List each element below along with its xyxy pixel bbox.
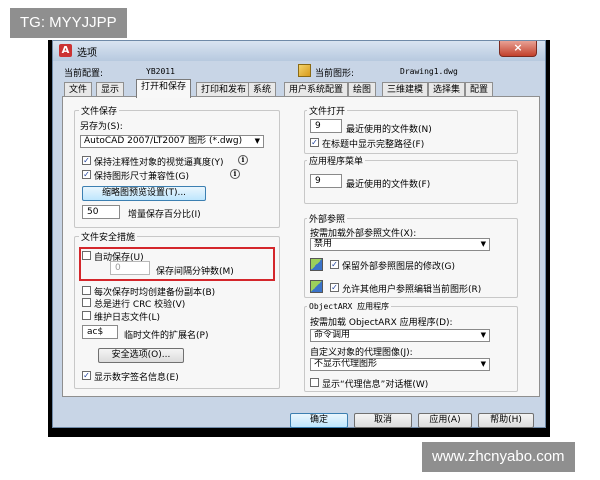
app-menu-recent-label: 最近使用的文件数(F) [346,180,431,190]
watermark-top: TG: MYYJJPP [10,8,127,38]
security-options-button[interactable]: 安全选项(O)... [98,348,184,363]
temp-extension-input[interactable]: ac$ [82,325,118,339]
arx-demand-load-value: 命令调用 [314,330,351,340]
watermark-bottom: www.zhcnyabo.com [422,442,575,472]
tab-display[interactable]: 显示 [96,82,125,97]
arx-demand-load-select[interactable]: 命令调用 ▼ [310,329,490,342]
current-profile-label: 当前配置: [64,69,104,79]
recent-files-label: 最近使用的文件数(N) [346,125,432,135]
saveas-format-select[interactable]: AutoCAD 2007/LT2007 图形 (*.dwg) ▼ [80,135,264,148]
digital-signature-checkbox[interactable]: ✓ [82,371,91,380]
file-save-title: 文件保存 [79,104,120,117]
ok-button[interactable]: 确定 [290,413,348,428]
saveas-label: 另存为(S): [80,122,123,132]
tab-profiles[interactable]: 配置 [465,82,494,97]
retain-xref-changes-checkbox[interactable]: ✓ [330,260,339,269]
recent-files-input[interactable]: 9 [310,119,342,133]
tab-drafting[interactable]: 绘图 [348,82,377,97]
info-icon[interactable]: i [238,155,248,165]
current-drawing-value: Drawing1.dwg [400,67,458,76]
xref-demand-load-value: 禁用 [314,239,333,249]
autosave-minutes-label: 保存间隔分钟数(M) [156,267,234,277]
proxy-dialog-label: 显示“代理信息”对话框(W) [322,380,429,390]
app-menu-recent-input[interactable]: 9 [310,174,342,188]
autocad-app-icon: A [59,44,72,57]
cancel-button[interactable]: 取消 [354,413,412,428]
file-open-title: 文件打开 [307,104,348,117]
log-file-label: 维护日志文件(L) [94,313,161,323]
xref-demand-load-select[interactable]: 禁用 ▼ [310,238,490,251]
objectarx-title: ObjectARX 应用程序 [307,301,392,312]
xref-edit-icon [310,280,323,293]
current-drawing-label: 当前图形: [315,69,355,79]
tab-system[interactable]: 系统 [248,82,277,97]
allow-refedit-checkbox[interactable]: ✓ [330,283,339,292]
tab-plot-and-publish[interactable]: 打印和发布 [196,82,252,97]
crc-check-label: 总是进行 CRC 校验(V) [94,300,186,310]
drawing-file-icon [298,64,311,77]
info-icon[interactable]: i [230,169,240,179]
visual-fidelity-checkbox[interactable]: ✓ [82,156,91,165]
dialog-title: 选项 [77,48,97,59]
proxy-images-value: 不显示代理图形 [314,359,378,369]
log-file-checkbox[interactable] [82,311,91,320]
chevron-down-icon: ▼ [480,240,486,248]
full-path-checkbox[interactable]: ✓ [310,138,319,147]
drawing-size-label: 保持图形尺寸兼容性(G) [94,172,189,182]
chevron-down-icon: ▼ [254,137,260,145]
tab-3d-modeling[interactable]: 三维建模 [382,82,429,97]
saveas-format-value: AutoCAD 2007/LT2007 图形 (*.dwg) [84,136,243,146]
proxy-images-label: 自定义对象的代理图像(J): [310,348,413,358]
visual-fidelity-label: 保持注释性对象的视觉逼真度(Y) [94,158,224,168]
proxy-dialog-checkbox[interactable] [310,378,319,387]
xref-layer-icon [310,258,323,271]
incremental-save-label: 增量保存百分比(I) [128,210,201,220]
full-path-label: 在标题中显示完整路径(F) [322,140,425,150]
incremental-save-input[interactable]: 50 [82,205,120,219]
tab-files[interactable]: 文件 [64,82,93,97]
close-button[interactable]: × [499,41,537,57]
help-button[interactable]: 帮助(H) [478,413,534,428]
drawing-size-checkbox[interactable]: ✓ [82,170,91,179]
chevron-down-icon: ▼ [480,360,486,368]
autosave-minutes-input[interactable]: 0 [110,261,150,275]
temp-extension-label: 临时文件的扩展名(P) [124,331,209,341]
backup-copy-checkbox[interactable] [82,286,91,295]
tab-selection[interactable]: 选择集 [428,82,466,97]
digital-signature-label: 显示数字签名信息(E) [94,373,179,383]
current-profile-value: YB2011 [146,67,175,76]
thumbnail-settings-button[interactable]: 缩略图预览设置(T)... [82,186,206,201]
file-safety-title: 文件安全措施 [79,230,138,243]
tab-open-and-save[interactable]: 打开和保存 [136,79,192,98]
title-bar[interactable] [53,41,545,61]
proxy-images-select[interactable]: 不显示代理图形 ▼ [310,358,490,371]
autosave-checkbox[interactable] [82,251,91,260]
chevron-down-icon: ▼ [480,331,486,339]
retain-xref-changes-label: 保留外部参照图层的修改(G) [342,262,455,272]
tab-user-preferences[interactable]: 用户系统配置 [284,82,349,97]
xref-title: 外部参照 [307,212,348,225]
app-menu-title: 应用程序菜单 [307,154,366,167]
crc-check-checkbox[interactable] [82,298,91,307]
arx-demand-load-label: 按需加载 ObjectARX 应用程序(D): [310,318,453,328]
apply-button[interactable]: 应用(A) [418,413,472,428]
allow-refedit-label: 允许其他用户参照编辑当前图形(R) [342,285,482,295]
